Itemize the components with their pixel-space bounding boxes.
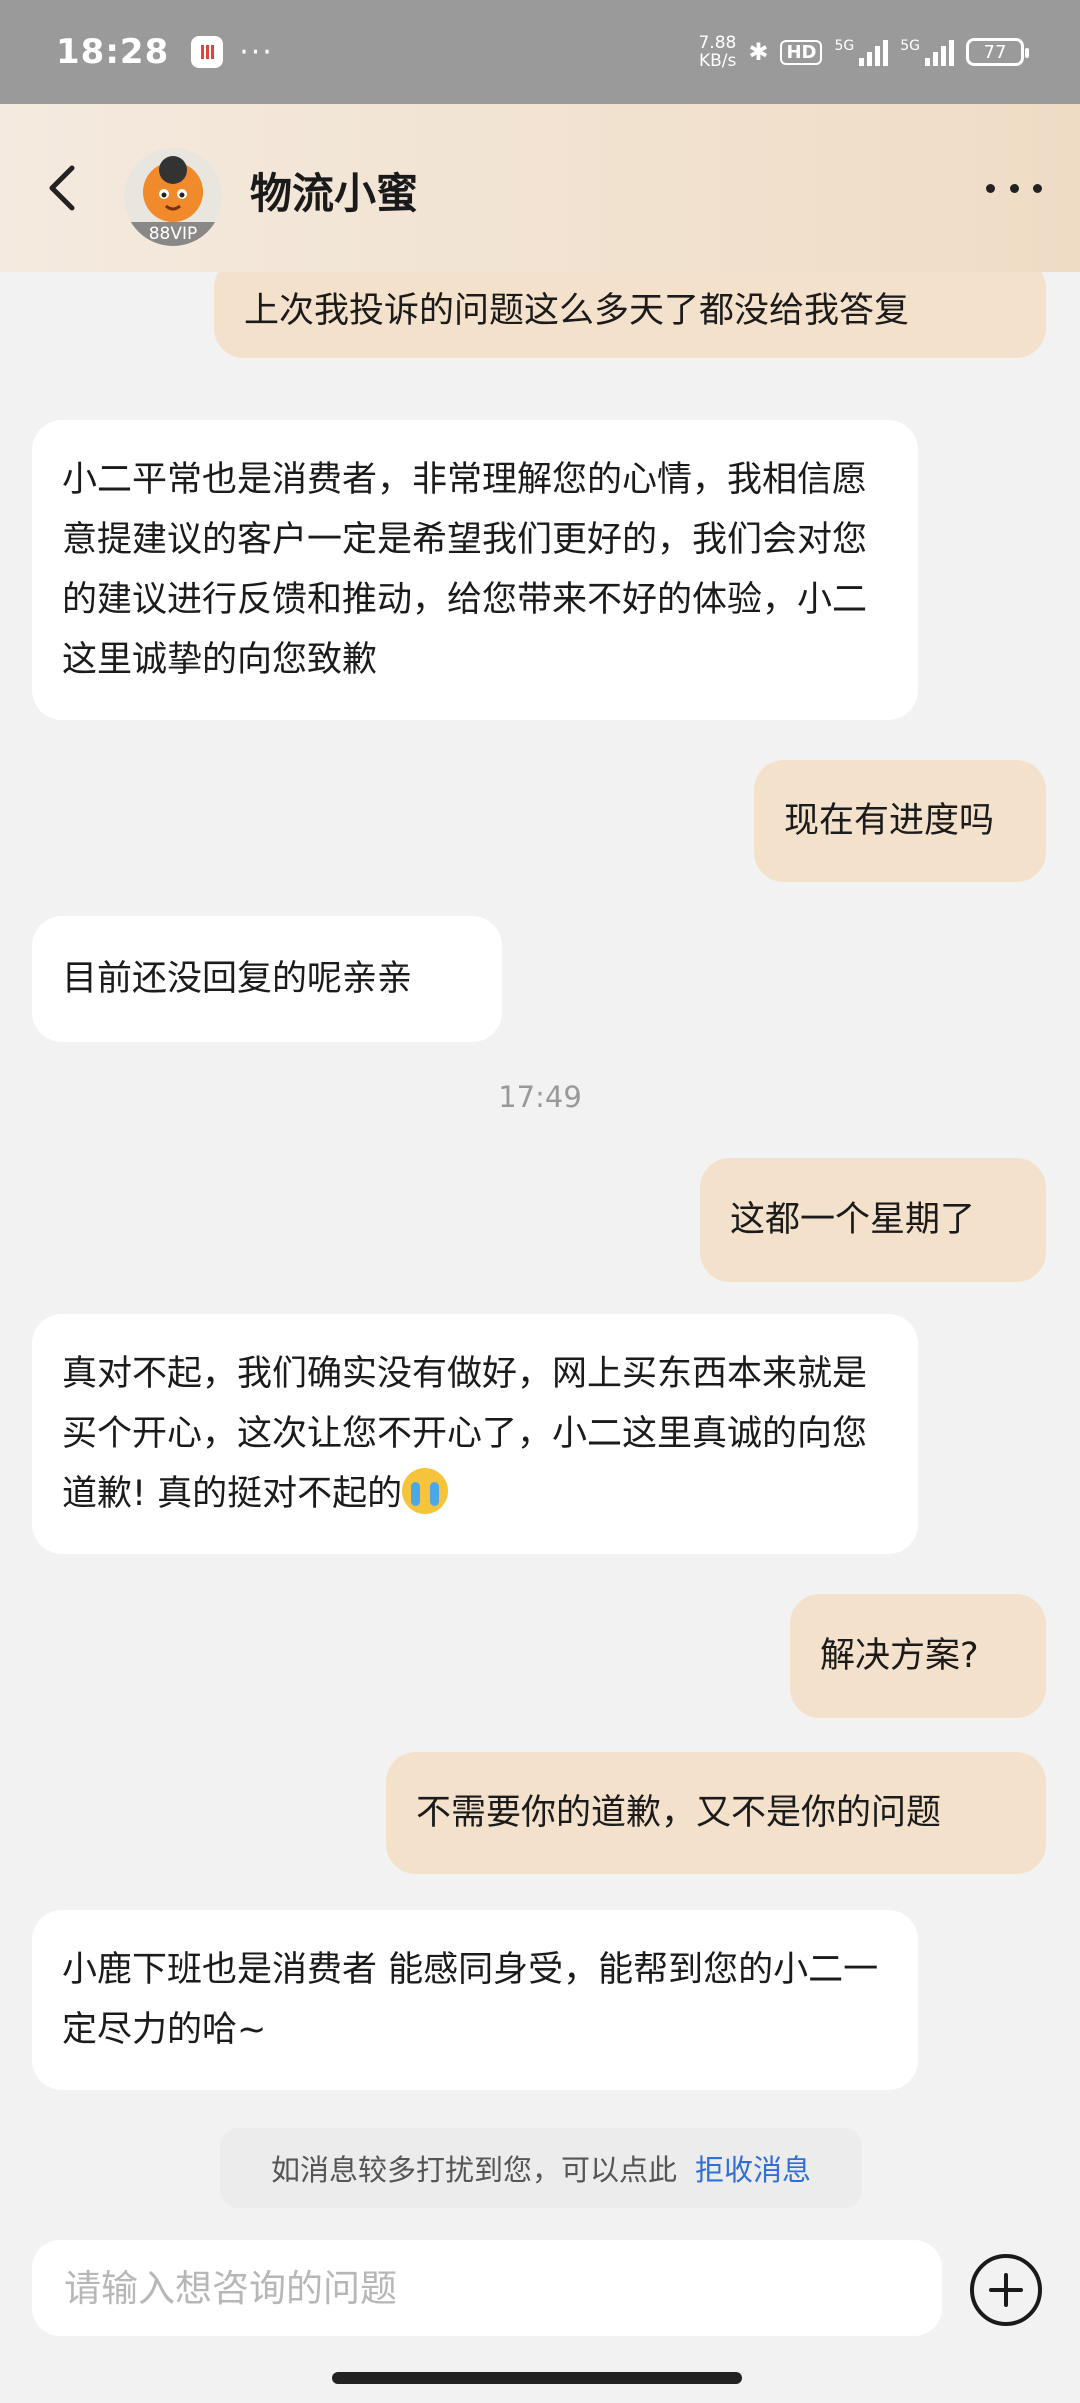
message-text: 真对不起，我们确实没有做好，网上买东西本来就是买个开心，这次让您不开心了，小二这… [62, 1354, 868, 1514]
net-speed-unit: KB/s [698, 51, 737, 71]
crying-emoji-icon [402, 1468, 449, 1514]
bluetooth-icon: ✱ [748, 38, 769, 66]
chat-header: 88VIP 物流小蜜 [0, 104, 1080, 272]
message-bubble-me[interactable]: 上次我投诉的问题这么多天了都没给我答复 [214, 272, 1046, 358]
more-dot [1033, 183, 1042, 193]
message-text: 这都一个星期了 [730, 1200, 976, 1240]
message-text: 小鹿下班也是消费者 能感同身受，能帮到您的小二一定尽力的哈~ [62, 1950, 879, 2050]
more-dot [1009, 183, 1019, 193]
signal-5g-icon: 5G [834, 38, 889, 66]
signal-5g-icon-2: 5G [900, 38, 954, 66]
avatar[interactable]: 88VIP [124, 148, 222, 246]
recorder-app-icon [191, 36, 224, 68]
notice-text: 如消息较多打扰到您，可以点此 [270, 2153, 677, 2187]
battery-level: 77 [983, 41, 1007, 63]
signal-label: 5G [834, 38, 855, 54]
status-time: 18:28 [56, 32, 170, 72]
message-bubble-them[interactable]: 目前还没回复的呢亲亲 [32, 916, 502, 1042]
plus-circle-icon [989, 2273, 1023, 2307]
signal-label-2: 5G [900, 38, 920, 54]
back-button[interactable] [40, 160, 88, 216]
more-button[interactable] [986, 174, 1042, 202]
status-bar: 18:28 ··· 7.88 KB/s ✱ HD 5G 5G 77 [0, 0, 1080, 104]
message-bubble-them[interactable]: 小二平常也是消费者，非常理解您的心情，我相信愿意提建议的客户一定是希望我们更好的… [32, 420, 918, 720]
home-indicator[interactable] [332, 2372, 742, 2384]
message-bubble-them[interactable]: 真对不起，我们确实没有做好，网上买东西本来就是买个开心，这次让您不开心了，小二这… [32, 1314, 918, 1554]
net-speed-value: 7.88 [698, 33, 737, 53]
message-bubble-me[interactable]: 解决方案? [790, 1594, 1046, 1718]
message-input[interactable] [32, 2240, 942, 2336]
vip-badge: 88VIP [124, 222, 222, 246]
chat-list[interactable]: 上次我投诉的问题这么多天了都没给我答复 小二平常也是消费者，非常理解您的心情，我… [0, 272, 1080, 2212]
message-text: 目前还没回复的呢亲亲 [62, 959, 413, 999]
message-text: 解决方案? [820, 1636, 979, 1676]
input-bar [0, 2212, 1080, 2347]
hd-voice-icon: HD [780, 39, 823, 65]
message-text: 现在有进度吗 [784, 801, 995, 841]
reject-messages-link[interactable]: 拒收消息 [695, 2147, 811, 2189]
add-button[interactable] [970, 2254, 1042, 2326]
message-text: 上次我投诉的问题这么多天了都没给我答复 [244, 291, 910, 331]
message-bubble-me[interactable]: 不需要你的道歉，又不是你的问题 [386, 1752, 1046, 1874]
message-bubble-them[interactable]: 小鹿下班也是消费者 能感同身受，能帮到您的小二一定尽力的哈~ [32, 1910, 918, 2090]
network-speed: 7.88 KB/s [698, 34, 736, 70]
chevron-left-icon [49, 165, 75, 211]
page-title: 物流小蜜 [250, 169, 419, 218]
message-bubble-me[interactable]: 现在有进度吗 [754, 760, 1046, 882]
message-text: 小二平常也是消费者，非常理解您的心情，我相信愿意提建议的客户一定是希望我们更好的… [62, 460, 868, 680]
more-notifications-icon: ··· [239, 34, 274, 70]
message-timestamp: 17:49 [498, 1080, 582, 1114]
more-dots-icon [986, 183, 995, 193]
message-bubble-me[interactable]: 这都一个星期了 [700, 1158, 1046, 1282]
message-text: 不需要你的道歉，又不是你的问题 [416, 1793, 942, 1833]
battery-icon: 77 [966, 38, 1029, 66]
notice-banner: 如消息较多打扰到您，可以点此 拒收消息 [220, 2128, 862, 2208]
